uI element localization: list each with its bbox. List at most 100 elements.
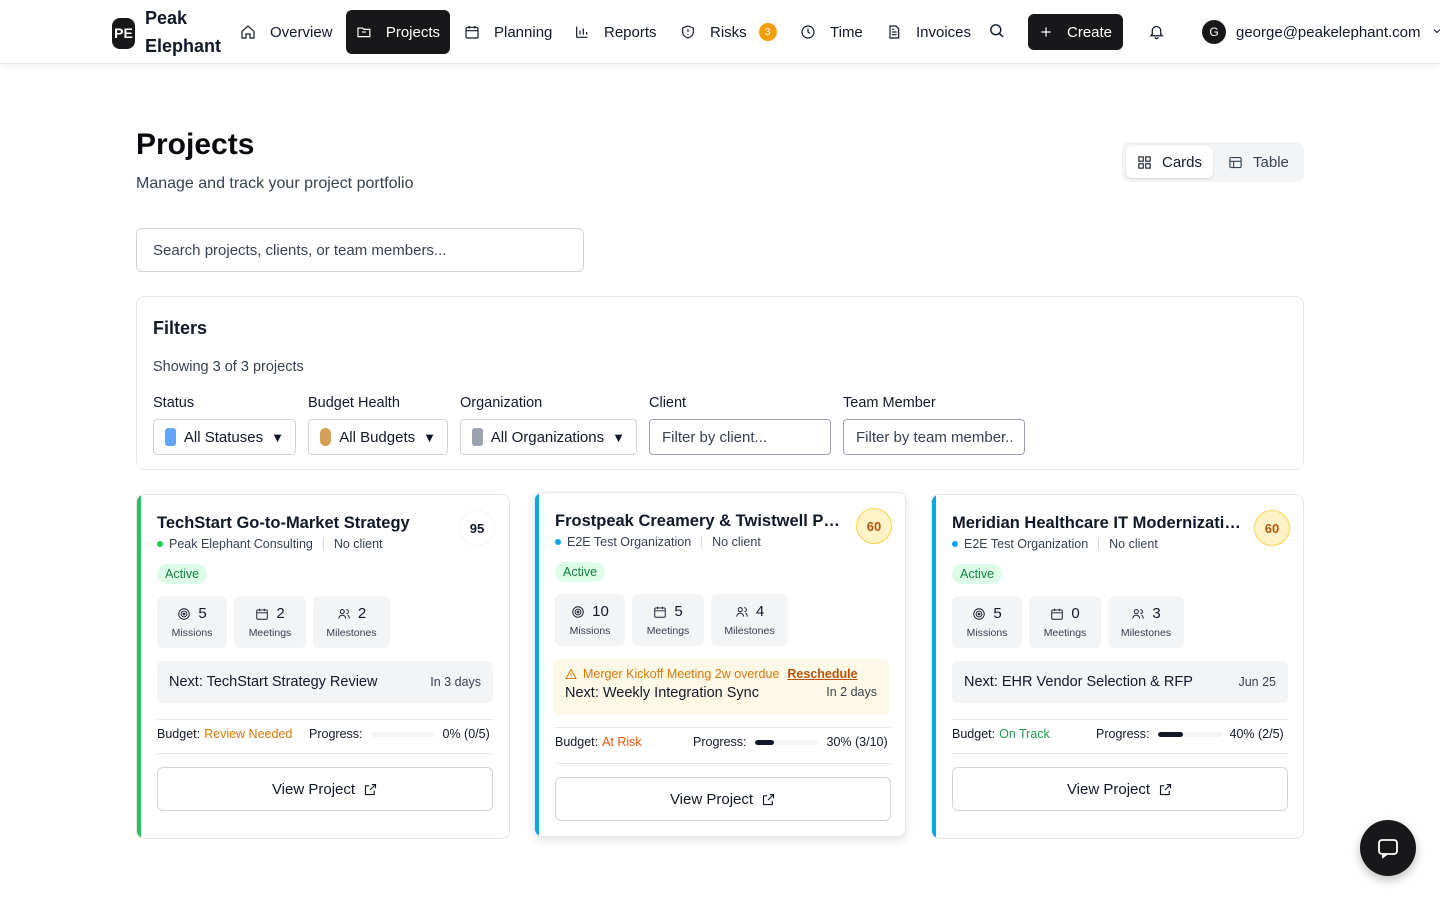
- nav-reports-label: Reports: [604, 23, 657, 41]
- nav-search-button[interactable]: [988, 22, 1008, 42]
- project-meta: Peak Elephant Consulting No client: [157, 537, 383, 551]
- nav-projects-label: Projects: [385, 23, 440, 41]
- divider: [952, 719, 1288, 720]
- status-select[interactable]: All Statuses ▼: [153, 419, 296, 455]
- nav-invoices[interactable]: Invoices: [876, 10, 981, 54]
- client-filter-input[interactable]: [649, 419, 831, 455]
- project-title[interactable]: Meridian Healthcare IT Modernization: [952, 514, 1244, 533]
- card-accent-bar: [535, 493, 539, 836]
- progress-text: 0% (0/5): [442, 727, 490, 741]
- project-org: E2E Test Organization: [964, 537, 1089, 551]
- next-event[interactable]: Next: Weekly Integration Sync In 2 days: [565, 685, 877, 701]
- team-filter-label: Team Member: [843, 395, 936, 411]
- user-menu[interactable]: G george@peakelephant.com: [1202, 20, 1440, 44]
- target-icon: [973, 607, 986, 620]
- nav-reports[interactable]: Reports: [564, 10, 667, 54]
- divider: [555, 763, 891, 764]
- project-org: Peak Elephant Consulting: [169, 537, 313, 551]
- card-accent-bar: [932, 495, 936, 838]
- reschedule-link[interactable]: Reschedule: [787, 667, 857, 681]
- caret-down-icon: ▼: [423, 429, 436, 445]
- project-card: Frostpeak Creamery & Twistwell Pr... 60 …: [534, 492, 906, 837]
- missions-stat: 5 Missions: [157, 596, 227, 648]
- divider: [157, 753, 493, 754]
- milestones-count: 2: [357, 605, 367, 622]
- building-icon: [472, 428, 483, 446]
- users-icon: [338, 608, 350, 619]
- divider: [1098, 538, 1100, 550]
- view-project-button[interactable]: View Project: [157, 767, 493, 811]
- budget-row: Budget: At Risk: [555, 735, 642, 749]
- nav-overview-label: Overview: [270, 23, 333, 41]
- view-cards-button[interactable]: Cards: [1126, 146, 1214, 178]
- progress-fill: [1157, 731, 1184, 737]
- missions-stat: 10 Missions: [555, 594, 625, 646]
- nav-time[interactable]: Time: [790, 10, 873, 54]
- user-email: george@peakelephant.com: [1236, 23, 1421, 41]
- chat-bubble-icon: [1378, 839, 1398, 859]
- create-button[interactable]: Create: [1028, 14, 1123, 50]
- view-project-label: View Project: [271, 780, 356, 798]
- budget-status: On Track: [999, 727, 1050, 741]
- page-title: Projects: [136, 128, 255, 161]
- budget-label: Budget:: [555, 735, 599, 749]
- health-score: 60: [856, 508, 892, 544]
- project-client: No client: [1109, 537, 1158, 551]
- team-filter-input[interactable]: [843, 419, 1025, 455]
- milestones-stat: 3 Milestones: [1108, 596, 1184, 648]
- chat-button[interactable]: [1360, 820, 1416, 876]
- target-icon: [178, 607, 191, 620]
- caret-down-icon: ▼: [612, 429, 625, 445]
- calendar-icon: [1051, 608, 1064, 620]
- next-event[interactable]: Next: TechStart Strategy Review In 3 day…: [157, 661, 493, 703]
- org-select[interactable]: All Organizations ▼: [460, 419, 637, 455]
- milestones-stat: 2 Milestones: [313, 596, 390, 648]
- table-icon: [1229, 156, 1242, 168]
- meetings-count: 0: [1071, 605, 1080, 622]
- view-project-button[interactable]: View Project: [555, 777, 891, 821]
- card-accent-bar: [137, 495, 141, 838]
- top-nav: PE Peak Elephant Overview Projects Plann…: [0, 0, 1440, 64]
- view-table-button[interactable]: Table: [1217, 146, 1300, 178]
- milestones-count: 4: [755, 603, 765, 620]
- nav-overview[interactable]: Overview: [230, 10, 343, 54]
- project-title[interactable]: TechStart Go-to-Market Strategy: [157, 514, 447, 533]
- nav-planning-label: Planning: [494, 23, 553, 41]
- brand[interactable]: PE Peak Elephant: [112, 4, 225, 60]
- meetings-label: Meetings: [646, 625, 690, 637]
- org-filter-group: Organization All Organizations ▼: [460, 395, 637, 455]
- budget-label: Budget:: [952, 727, 996, 741]
- milestones-label: Milestones: [724, 625, 775, 637]
- project-client: No client: [333, 537, 383, 551]
- project-org: E2E Test Organization: [567, 535, 692, 549]
- next-event[interactable]: Next: EHR Vendor Selection & RFP Jun 25: [952, 661, 1288, 703]
- view-cards-label: Cards: [1162, 153, 1203, 171]
- warning-icon: [565, 668, 577, 679]
- progress-bar: [370, 731, 435, 737]
- missions-count: 5: [198, 605, 207, 622]
- budget-row: Budget: Review Needed: [157, 727, 292, 741]
- notifications-button[interactable]: [1148, 23, 1165, 45]
- status-badge: Active: [952, 564, 1003, 584]
- meetings-count: 5: [674, 603, 683, 620]
- filters-panel: Filters Showing 3 of 3 projects Status A…: [136, 296, 1304, 470]
- nav-planning[interactable]: Planning: [454, 10, 562, 54]
- divider: [952, 753, 1288, 754]
- caret-down-icon: ▼: [271, 429, 284, 445]
- create-button-label: Create: [1067, 23, 1113, 41]
- project-title[interactable]: Frostpeak Creamery & Twistwell Pr...: [555, 512, 840, 531]
- status-filter-label: Status: [153, 395, 195, 411]
- nav-risks[interactable]: Risks 3: [670, 10, 787, 54]
- next-event-when: Jun 25: [1238, 675, 1276, 689]
- search-input[interactable]: [136, 228, 584, 272]
- view-project-button[interactable]: View Project: [952, 767, 1288, 811]
- brand-logo: PE: [112, 17, 135, 49]
- status-select-value: All Statuses: [183, 428, 264, 446]
- budget-select[interactable]: All Budgets ▼: [308, 419, 448, 455]
- milestones-label: Milestones: [326, 627, 377, 639]
- filters-count: Showing 3 of 3 projects: [153, 359, 304, 375]
- external-link-icon: [364, 783, 377, 795]
- client-filter-group: Client: [649, 395, 831, 455]
- next-event-when: In 3 days: [430, 675, 481, 689]
- nav-projects[interactable]: Projects: [346, 10, 450, 54]
